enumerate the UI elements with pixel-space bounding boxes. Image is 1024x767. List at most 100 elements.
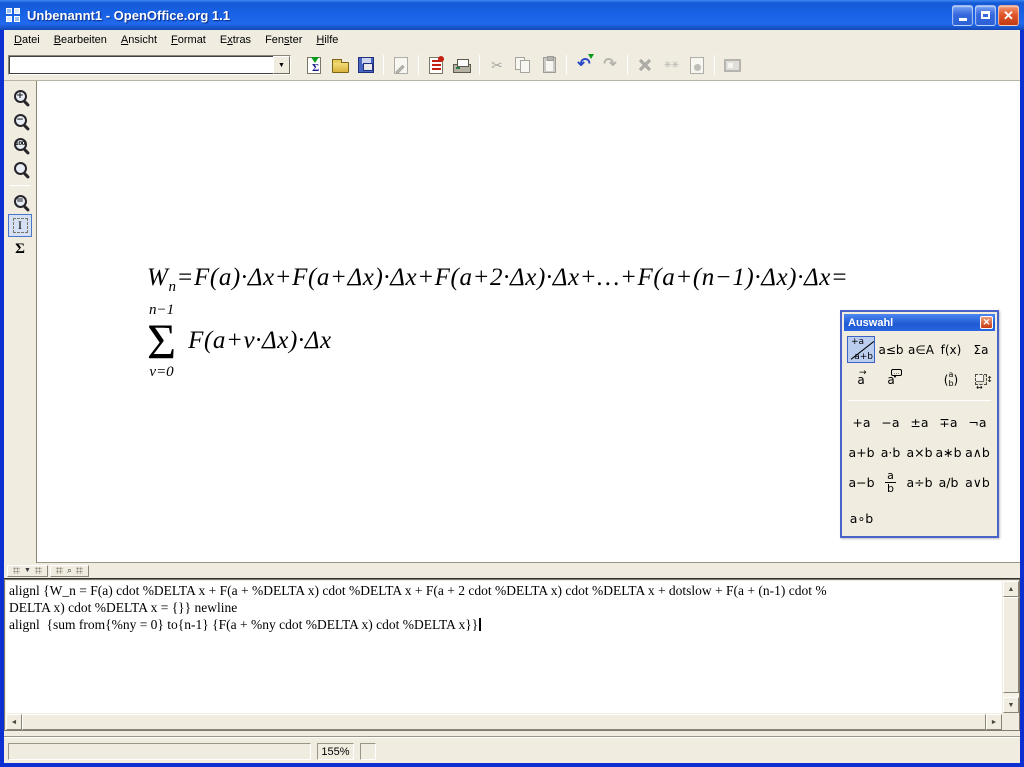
symbols-icon: Σ (15, 241, 25, 258)
chevron-down-icon: ▼ (278, 62, 285, 69)
symbol-button[interactable]: a∗b (934, 438, 963, 466)
scroll-down-button[interactable]: ▼ (1003, 697, 1019, 713)
maximize-icon (981, 11, 990, 19)
maximize-button[interactable] (975, 5, 996, 26)
zoom-all-button[interactable] (8, 157, 32, 180)
symbol-button[interactable]: ab (876, 468, 905, 496)
scroll-right-button[interactable]: ► (986, 714, 1002, 730)
hyperlink-icon (685, 53, 709, 77)
command-line: alignl {W_n = F(a) cdot %DELTA x + F(a +… (9, 582, 999, 599)
vertical-scroll-thumb[interactable] (1003, 597, 1019, 693)
palette-title-bar[interactable]: Auswahl ✕ (844, 314, 995, 331)
combobox-dropdown-button[interactable]: ▼ (273, 56, 290, 74)
title-bar[interactable]: Unbenannt1 - OpenOffice.org 1.1 ✕ (0, 0, 1024, 30)
category-functions[interactable]: f(x) (937, 336, 965, 363)
symbol-button[interactable]: a×b (905, 438, 934, 466)
export-pdf-icon[interactable] (424, 53, 448, 77)
menu-datei[interactable]: Datei (7, 31, 47, 49)
zoom-out-button[interactable]: − (8, 109, 32, 132)
zoom-in-button[interactable]: + (8, 85, 32, 108)
symbol-button[interactable]: a∘b (847, 504, 876, 532)
chevron-down-icon: ▼ (24, 567, 31, 574)
close-button[interactable]: ✕ (998, 5, 1019, 26)
update-view-button[interactable]: = (8, 190, 32, 213)
commands-vertical-scrollbar[interactable]: ▲ ▼ (1003, 581, 1019, 713)
open-icon[interactable] (328, 53, 352, 77)
grip-dots-icon (13, 567, 20, 574)
window-border-left (0, 30, 4, 767)
palette-title: Auswahl (848, 317, 980, 329)
menu-bearbeiten[interactable]: Bearbeiten (47, 31, 114, 49)
category-operators[interactable]: Σa (967, 336, 995, 363)
modified-flag-field (360, 743, 376, 760)
toolbar-separator (566, 55, 567, 75)
symbol-button[interactable]: ∓a (934, 408, 963, 436)
splitter[interactable] (4, 578, 1020, 579)
menu-hilfe[interactable]: Hilfe (309, 31, 345, 49)
minimize-icon (959, 18, 967, 21)
vector-arrow-icon: → (859, 368, 867, 378)
new-formula-icon[interactable]: Σ (302, 53, 326, 77)
category-brackets[interactable]: (ab) (937, 366, 965, 393)
print-icon[interactable] (450, 53, 474, 77)
function-toolbar: ▼ Σ✂↶↷✳✳ (4, 50, 1020, 81)
edit-file-icon (389, 53, 413, 77)
menu-ansicht[interactable]: Ansicht (114, 31, 164, 49)
symbol-button[interactable]: a·b (876, 438, 905, 466)
toolbar-separator (714, 55, 715, 75)
symbol-button[interactable]: a÷b (905, 468, 934, 496)
zoom-level-field[interactable]: 155% (317, 743, 354, 760)
undo-icon[interactable]: ↶ (572, 53, 596, 77)
symbol-button[interactable]: −a (876, 408, 905, 436)
url-input[interactable] (9, 56, 273, 74)
symbol-button[interactable]: ¬a (963, 408, 992, 436)
symbol-button[interactable]: a∨b (963, 468, 992, 496)
grip-dots-icon (76, 567, 83, 574)
toolbar-separator (418, 55, 419, 75)
speech-bubble-icon: ... (891, 369, 902, 376)
window-title: Unbenannt1 - OpenOffice.org 1.1 (27, 8, 950, 23)
symbols-button[interactable]: Σ (8, 238, 32, 261)
category-relations[interactable]: a≤b (877, 336, 905, 363)
redo-icon: ↷ (598, 53, 622, 77)
zoom-out-icon: − (14, 114, 27, 127)
symbol-button[interactable]: a∧b (963, 438, 992, 466)
symbol-button[interactable]: +a (847, 408, 876, 436)
scroll-left-button[interactable]: ◄ (6, 714, 22, 730)
symbol-row: a+ba·ba×ba∗ba∧b (847, 438, 992, 466)
commands-horizontal-scrollbar[interactable]: ◄ ► (6, 714, 1002, 730)
symbol-button[interactable]: a−b (847, 468, 876, 496)
hide-panel-handle[interactable]: ▼ (7, 565, 48, 577)
update-view-icon: = (14, 195, 27, 208)
status-bar: 155% (4, 737, 1020, 763)
minimize-button[interactable] (952, 5, 973, 26)
sigma-icon: Σ (147, 319, 176, 364)
symbol-button[interactable]: ±a (905, 408, 934, 436)
rendered-formula: Wn=F(a)·Δx+F(a+Δx)·Δx+F(a+2·Δx)·Δx+…+F(a… (147, 264, 848, 380)
save-icon[interactable] (354, 53, 378, 77)
formula-cursor-button[interactable]: I (8, 214, 32, 237)
category-attributes[interactable]: a→ (847, 366, 875, 393)
category-set-operations[interactable]: a∈A (907, 336, 935, 363)
menu-extras[interactable]: Extras (213, 31, 258, 49)
stick-panel-handle[interactable]: ⌕ (50, 565, 89, 577)
tools-sidebar: + − 100 = IΣ (4, 81, 37, 563)
scroll-up-button[interactable]: ▲ (1003, 581, 1019, 597)
commands-editor[interactable]: alignl {W_n = F(a) cdot %DELTA x + F(a +… (6, 581, 1002, 713)
formats-icon: ↕↔ (975, 374, 987, 385)
category-others[interactable]: a... (877, 366, 905, 393)
zoom-100-button[interactable]: 100 (8, 133, 32, 156)
horizontal-scroll-thumb[interactable] (22, 714, 986, 730)
symbol-button[interactable]: a+b (847, 438, 876, 466)
symbol-button[interactable]: a/b (934, 468, 963, 496)
commands-window: alignl {W_n = F(a) cdot %DELTA x + F(a +… (4, 579, 1020, 731)
toolbar-separator (383, 55, 384, 75)
palette-close-button[interactable]: ✕ (980, 316, 993, 329)
category-formats[interactable]: ↕↔ (967, 366, 995, 393)
url-combobox[interactable]: ▼ (8, 55, 291, 75)
menu-fenster[interactable]: Fenster (258, 31, 309, 49)
menu-format[interactable]: Format (164, 31, 213, 49)
copy-icon (511, 53, 535, 77)
category-unary-binary-operators[interactable]: +aa+b (847, 336, 875, 363)
close-icon: ✕ (1003, 9, 1014, 22)
